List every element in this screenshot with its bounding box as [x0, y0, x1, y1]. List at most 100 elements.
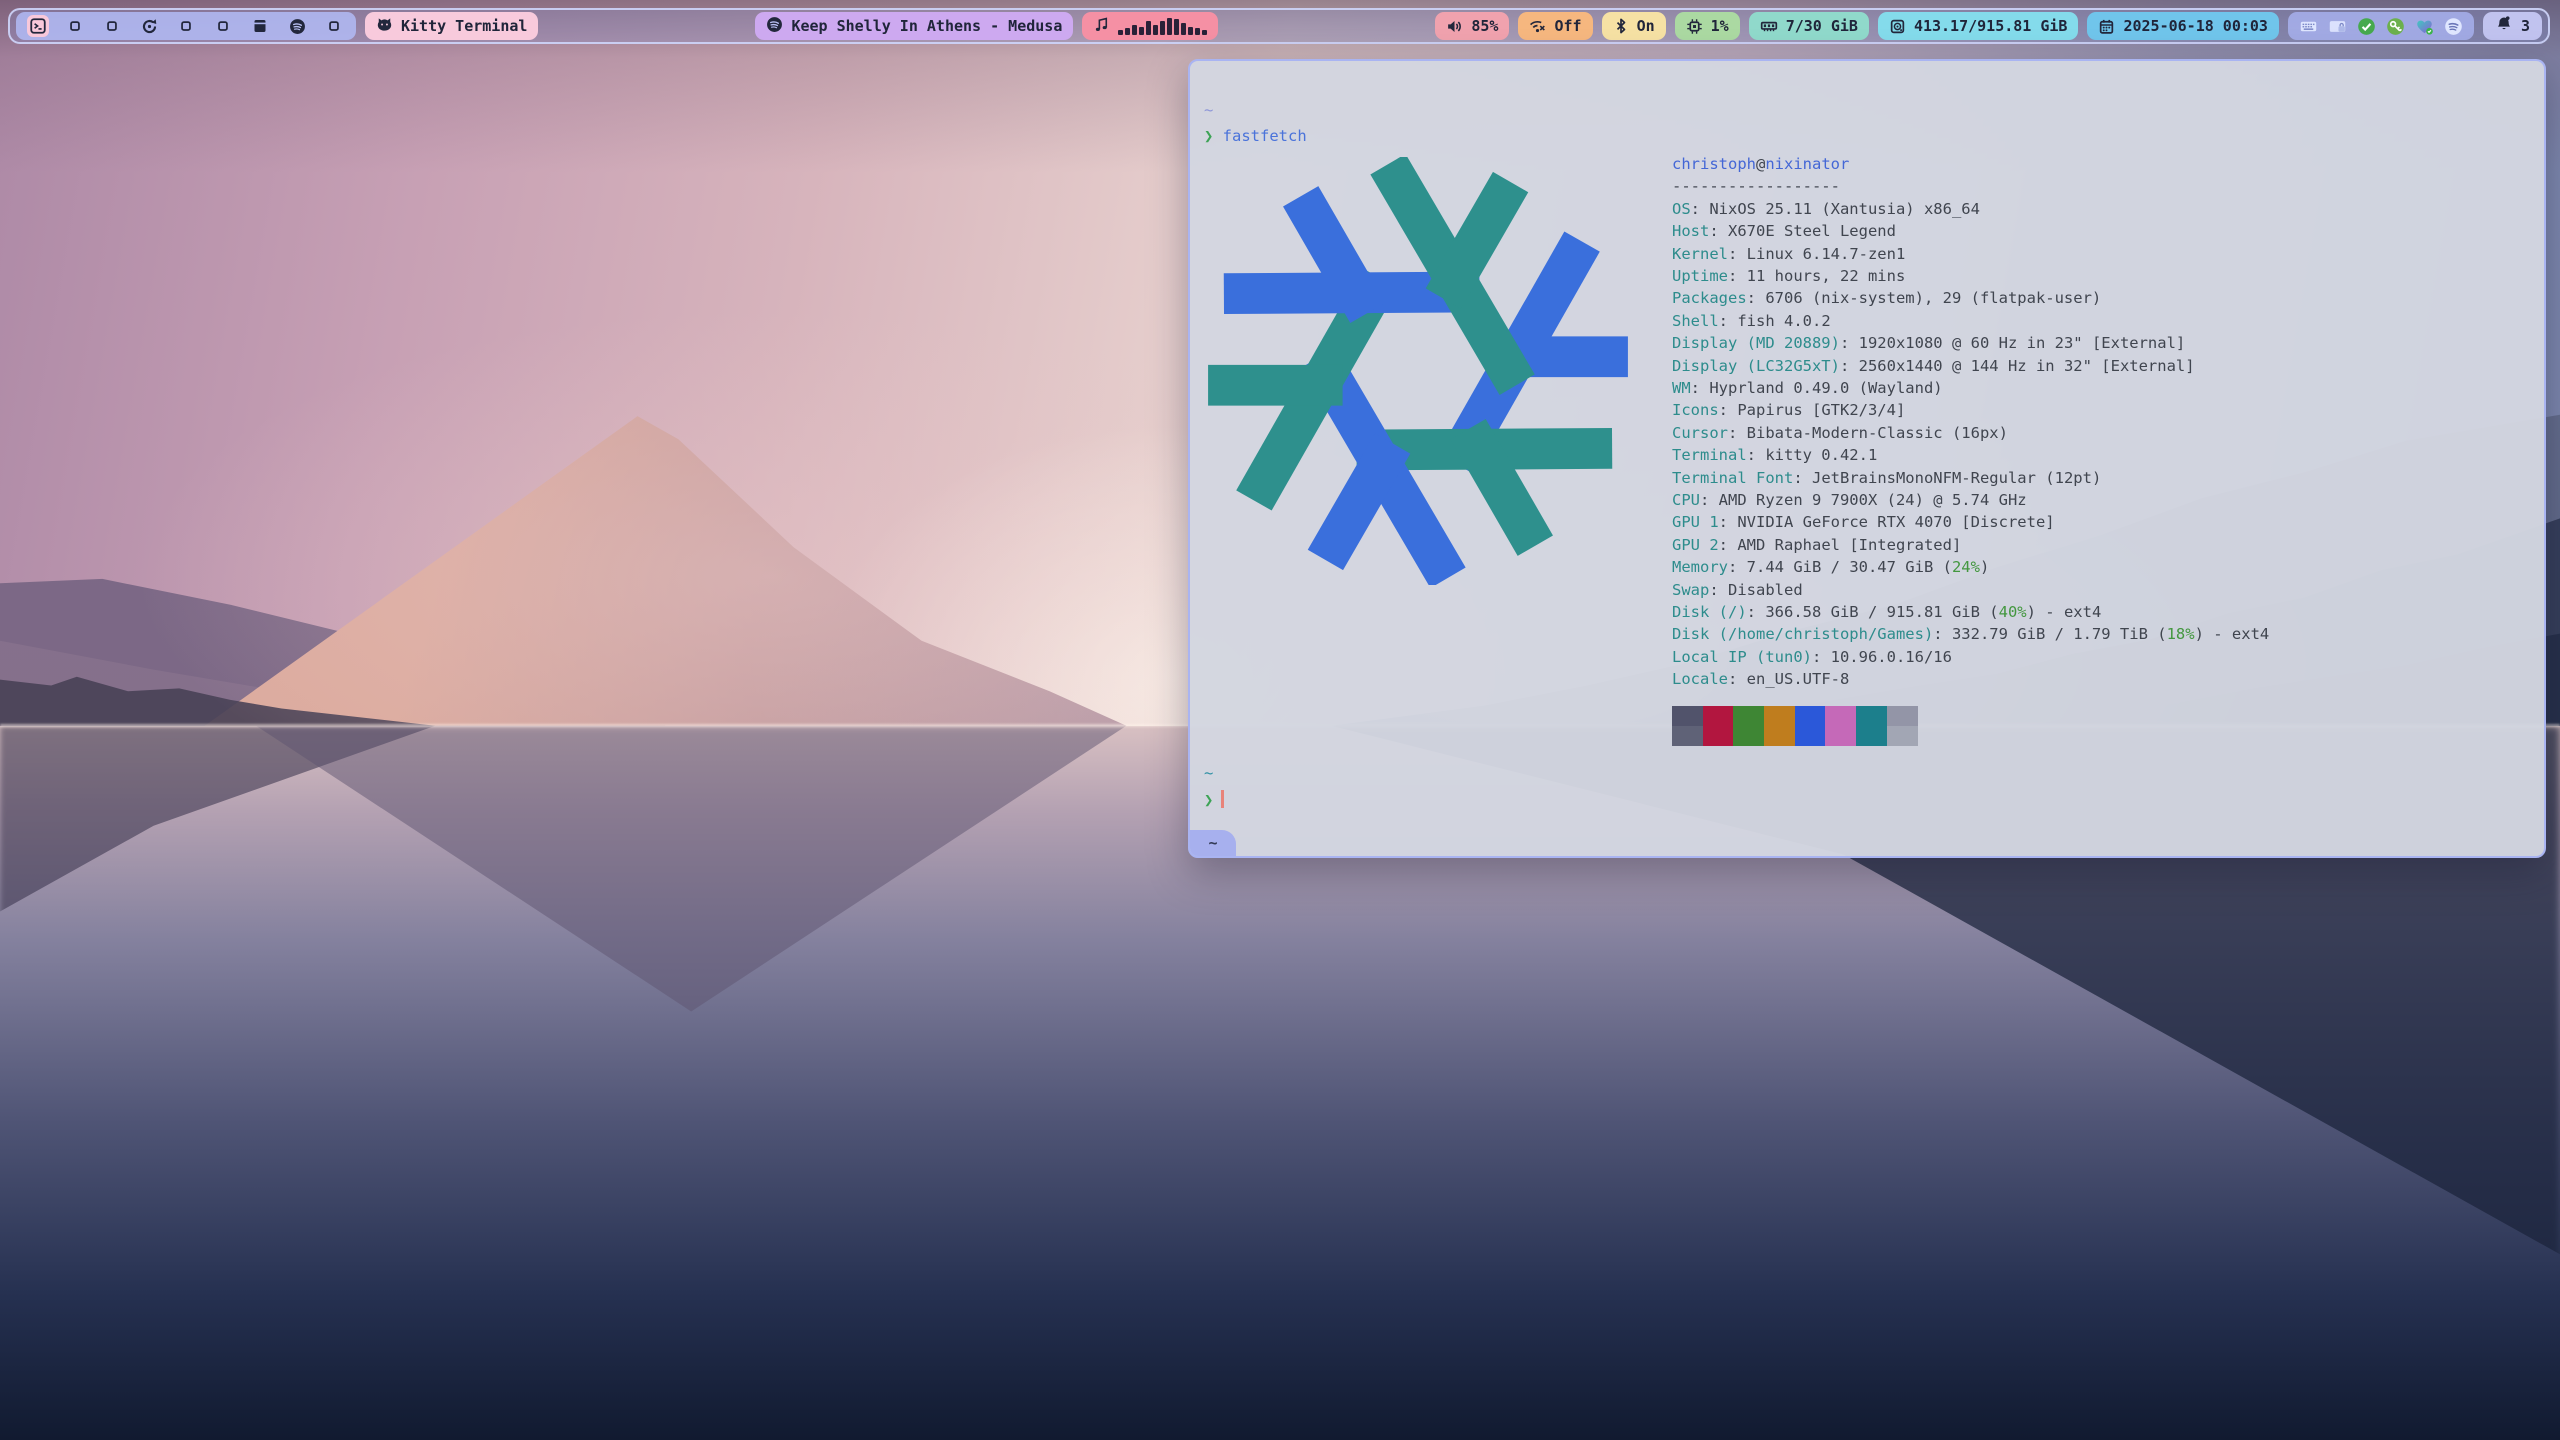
fastfetch-line: CPU: AMD Ryzen 9 7900X (24) @ 5.74 GHz	[1672, 489, 2027, 511]
status-module-disk[interactable]: 413.17/915.81 GiB	[1878, 12, 2079, 40]
empty-workspace-icon	[216, 19, 230, 33]
keyboard-icon[interactable]	[2299, 17, 2318, 36]
status-module-text: Off	[1554, 17, 1581, 35]
check-circle-icon[interactable]	[2357, 17, 2376, 36]
text-cursor	[1221, 790, 1224, 808]
wifi-off-icon	[1529, 18, 1546, 35]
status-module-text: 1%	[1711, 17, 1729, 35]
spotify-icon	[766, 16, 783, 37]
empty-workspace-icon	[68, 19, 82, 33]
notification-module[interactable]: 3	[2483, 12, 2542, 40]
palette-swatch	[1825, 706, 1856, 726]
book-icon	[252, 18, 268, 34]
media-player-module[interactable]: Keep Shelly In Athens - Medusa	[755, 12, 1073, 40]
workspace-button[interactable]	[138, 15, 160, 37]
music-note-icon	[1093, 16, 1110, 37]
status-module-memory[interactable]: 7/30 GiB	[1749, 12, 1869, 40]
bell-icon	[2495, 15, 2513, 37]
heart-vpn-icon[interactable]	[2415, 17, 2434, 36]
status-module-text: 85%	[1471, 17, 1498, 35]
workspace-button[interactable]	[175, 15, 197, 37]
fastfetch-line: Icons: Papirus [GTK2/3/4]	[1672, 399, 1905, 421]
active-window-label: Kitty Terminal	[401, 17, 527, 35]
palette-swatch	[1764, 726, 1795, 746]
palette-swatch	[1733, 726, 1764, 746]
workspace-button[interactable]	[27, 15, 49, 37]
workspace-button[interactable]	[212, 15, 234, 37]
fastfetch-line: Host: X670E Steel Legend	[1672, 220, 1896, 242]
fastfetch-line: Cursor: Bibata-Modern-Classic (16px)	[1672, 422, 2008, 444]
spotify-icon	[289, 18, 306, 35]
fastfetch-line: Disk (/home/christoph/Games): 332.79 GiB…	[1672, 623, 2269, 645]
palette-swatch	[1795, 706, 1826, 726]
prompt-cwd: ~	[1204, 101, 1213, 119]
fastfetch-line: ------------------	[1672, 175, 1840, 197]
workspace-button[interactable]	[64, 15, 86, 37]
empty-workspace-icon	[327, 19, 341, 33]
active-window-title[interactable]: Kitty Terminal	[365, 12, 538, 40]
prompt-line: ❯ fastfetch	[1204, 127, 1307, 145]
status-bar: Kitty Terminal Keep Shelly In Athens - M…	[8, 8, 2550, 44]
spotify-tray-icon[interactable]	[2444, 17, 2463, 36]
fastfetch-line: GPU 1: NVIDIA GeForce RTX 4070 [Discrete…	[1672, 511, 2055, 533]
palette-swatch	[1733, 706, 1764, 726]
ram-icon	[1760, 17, 1778, 35]
status-module-clock[interactable]: 2025-06-18 00:03	[2087, 12, 2279, 40]
palette-swatch	[1795, 726, 1826, 746]
palette-swatch	[1887, 706, 1918, 726]
status-module-volume[interactable]: 85%	[1435, 12, 1509, 40]
status-module-wifi[interactable]: Off	[1518, 12, 1592, 40]
fastfetch-line: Terminal: kitty 0.42.1	[1672, 444, 1877, 466]
screenshare-icon[interactable]	[2328, 17, 2347, 36]
media-track-label: Keep Shelly In Athens - Medusa	[791, 17, 1062, 35]
empty-workspace-icon	[105, 19, 119, 33]
workspace-button[interactable]	[249, 15, 271, 37]
workspace-button[interactable]	[101, 15, 123, 37]
terminal-icon	[29, 17, 47, 35]
kitty-tab[interactable]: ~	[1190, 830, 1236, 856]
fastfetch-line: Terminal Font: JetBrainsMonoNFM-Regular …	[1672, 467, 2101, 489]
fastfetch-line: WM: Hyprland 0.49.0 (Wayland)	[1672, 377, 1943, 399]
cat-icon	[376, 16, 393, 37]
terminal-color-palette	[1672, 706, 1918, 746]
prompt-symbol: ❯	[1204, 127, 1213, 145]
fastfetch-line: Uptime: 11 hours, 22 mins	[1672, 265, 1905, 287]
system-tray	[2288, 12, 2474, 40]
palette-swatch	[1672, 726, 1703, 746]
fastfetch-line: Memory: 7.44 GiB / 30.47 GiB (24%)	[1672, 556, 1989, 578]
fastfetch-line: Locale: en_US.UTF-8	[1672, 668, 1849, 690]
audio-visualizer-module[interactable]	[1082, 12, 1218, 40]
bluetooth-icon	[1613, 18, 1629, 34]
empty-workspace-icon	[179, 19, 193, 33]
palette-swatch	[1825, 726, 1856, 746]
refresh-icon	[141, 18, 158, 35]
fastfetch-line: Display (LC32G5xT): 2560x1440 @ 144 Hz i…	[1672, 355, 2195, 377]
calendar-icon	[2098, 18, 2115, 35]
palette-swatch	[1887, 726, 1918, 746]
speaker-icon	[1446, 18, 1463, 35]
kitty-terminal-window[interactable]: ~ ❯ fastfetch christoph@nixinator-------…	[1188, 59, 2546, 858]
key-icon[interactable]	[2386, 17, 2405, 36]
status-module-bluetooth[interactable]: On	[1602, 12, 1666, 40]
nixos-logo	[1200, 157, 1636, 585]
status-module-text: On	[1637, 17, 1655, 35]
notification-count: 3	[2521, 17, 2530, 35]
workspace-switcher	[16, 12, 356, 40]
fastfetch-line: OS: NixOS 25.11 (Xantusia) x86_64	[1672, 198, 1980, 220]
fastfetch-line: GPU 2: AMD Raphael [Integrated]	[1672, 534, 1961, 556]
fastfetch-line: christoph@nixinator	[1672, 153, 1849, 175]
prompt-line: ❯	[1204, 790, 1224, 809]
prompt-symbol: ❯	[1204, 791, 1213, 809]
status-module-cpu[interactable]: 1%	[1675, 12, 1740, 40]
palette-swatch	[1764, 706, 1795, 726]
cpu-icon	[1686, 18, 1703, 35]
status-module-text: 2025-06-18 00:03	[2123, 17, 2268, 35]
fastfetch-line: Disk (/): 366.58 GiB / 915.81 GiB (40%) …	[1672, 601, 2101, 623]
palette-swatch	[1856, 726, 1887, 746]
workspace-button[interactable]	[323, 15, 345, 37]
disk-icon	[1889, 18, 1906, 35]
workspace-button[interactable]	[286, 15, 308, 37]
fastfetch-line: Packages: 6706 (nix-system), 29 (flatpak…	[1672, 287, 2101, 309]
fastfetch-line: Kernel: Linux 6.14.7-zen1	[1672, 243, 1905, 265]
palette-swatch	[1856, 706, 1887, 726]
